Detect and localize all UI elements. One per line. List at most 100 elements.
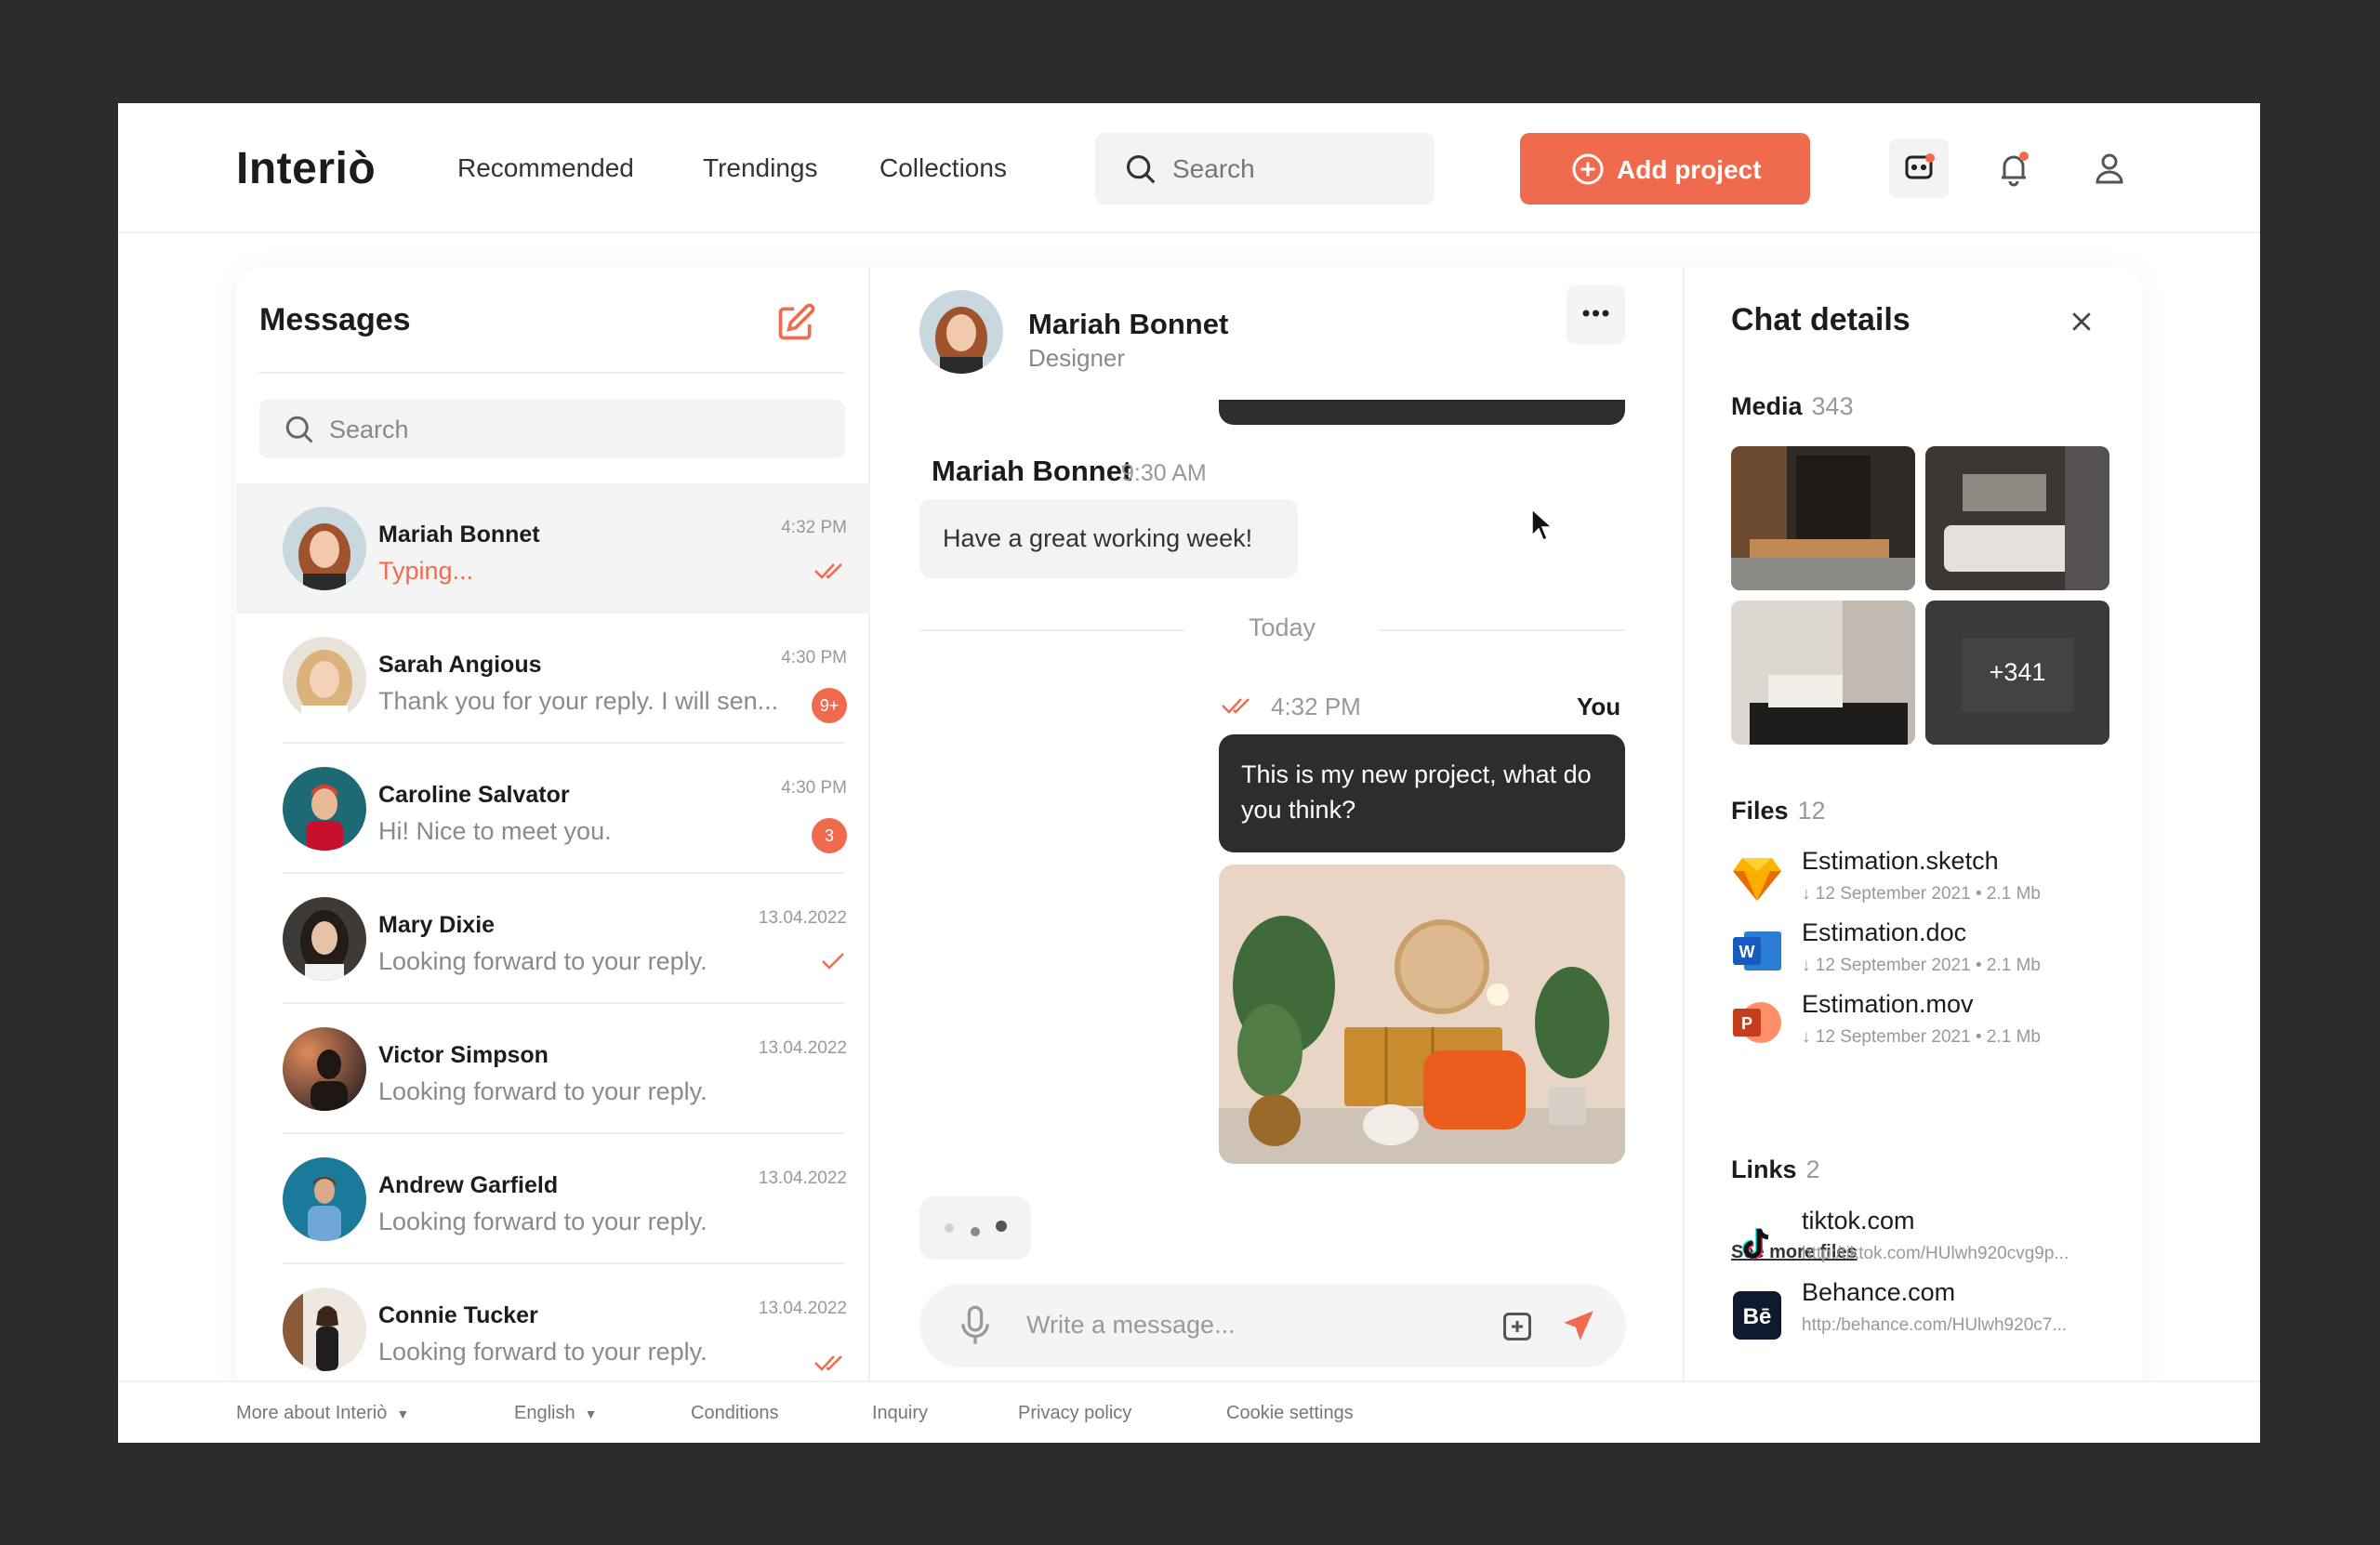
unread-badge: 3 xyxy=(812,818,847,853)
conversation-item[interactable]: Mary Dixie Looking forward to your reply… xyxy=(236,874,870,1004)
chat-details-title: Chat details xyxy=(1731,302,1911,337)
notifications-button[interactable] xyxy=(1984,139,2043,198)
footer-inquiry-link[interactable]: Inquiry xyxy=(872,1403,928,1424)
brand-logo[interactable]: Interiò xyxy=(236,143,376,194)
conversation-time: 13.04.2022 xyxy=(758,908,847,928)
footer: More about Interiò ▼ English ▼ Conditions … xyxy=(118,1380,2260,1443)
conversation-preview: Looking forward to your reply. xyxy=(378,947,707,975)
sketch-icon xyxy=(1733,858,1781,901)
message-input[interactable]: Write a message... xyxy=(1026,1311,1236,1340)
avatar xyxy=(283,637,366,720)
chat-panel: Mariah Bonnet Designer Mariah Bonnet 9:3… xyxy=(870,267,1685,1443)
conversation-preview: Typing... xyxy=(378,557,474,585)
conversation-name: Mary Dixie xyxy=(378,912,496,938)
word-icon: W xyxy=(1733,931,1781,971)
conversation-time: 13.04.2022 xyxy=(758,1299,847,1318)
svg-text:P: P xyxy=(1741,1014,1752,1033)
conversation-item[interactable]: Mariah Bonnet Typing... 4:32 PM xyxy=(236,483,870,614)
media-more-count: +341 xyxy=(1925,601,2109,745)
svg-text:Bē: Bē xyxy=(1743,1304,1772,1329)
unread-badge: 9+ xyxy=(812,688,847,723)
file-item[interactable]: P Estimation.mov ↓ 12 September 2021 • 2… xyxy=(1731,990,2122,1061)
search-icon xyxy=(285,416,313,443)
media-thumbnail[interactable] xyxy=(1925,446,2109,590)
double-check-icon xyxy=(814,1355,842,1371)
media-thumbnail[interactable] xyxy=(1731,446,1915,590)
conversation-preview: Hi! Nice to meet you. xyxy=(378,817,612,845)
microphone-icon[interactable] xyxy=(957,1304,994,1347)
more-horizontal-icon xyxy=(1582,310,1609,317)
chat-button[interactable] xyxy=(1889,139,1949,198)
incoming-message: Have a great working week! xyxy=(919,499,1298,578)
double-check-icon xyxy=(1222,698,1250,714)
message-text: Have a great working week! xyxy=(943,524,1253,552)
avatar xyxy=(283,1288,366,1371)
conversation-time: 4:30 PM xyxy=(781,778,847,798)
conversation-item[interactable]: Sarah Angious Thank you for your reply. … xyxy=(236,614,870,744)
message-time: 4:32 PM xyxy=(1271,693,1361,720)
messages-title: Messages xyxy=(259,302,411,337)
check-icon xyxy=(822,953,844,970)
conversation-item[interactable]: Andrew Garfield Looking forward to your … xyxy=(236,1134,870,1264)
file-name: Estimation.doc xyxy=(1802,918,1967,946)
top-navbar: Interiò Recommended Trendings Collection… xyxy=(118,103,2260,233)
app-window: Interiò Recommended Trendings Collection… xyxy=(118,103,2260,1443)
more-options-button[interactable] xyxy=(1567,285,1625,344)
add-project-label: Add project xyxy=(1617,155,1762,184)
footer-cookie-settings-link[interactable]: Cookie settings xyxy=(1226,1403,1354,1424)
avatar xyxy=(283,767,366,851)
files-count: 12 xyxy=(1797,797,1826,825)
search-placeholder: Search xyxy=(329,416,409,443)
message-sender: Mariah Bonnet xyxy=(932,455,1132,487)
footer-more-about[interactable]: More about Interiò ▼ xyxy=(236,1403,409,1424)
link-url: http:/tiktok.com/HUlwh920cvg9p... xyxy=(1802,1244,2069,1263)
file-item[interactable]: Estimation.sketch ↓ 12 September 2021 • … xyxy=(1731,847,2122,918)
avatar xyxy=(283,1027,366,1111)
media-more-thumbnail[interactable]: +341 xyxy=(1925,601,2109,745)
footer-conditions-link[interactable]: Conditions xyxy=(691,1403,779,1424)
messages-search-input[interactable]: Search xyxy=(259,400,845,458)
avatar[interactable] xyxy=(919,290,1003,374)
nav-collections[interactable]: Collections xyxy=(879,153,1007,183)
message-time: 9:30 AM xyxy=(1121,460,1207,486)
conversation-time: 4:32 PM xyxy=(781,518,847,537)
conversation-preview: Looking forward to your reply. xyxy=(378,1208,707,1235)
footer-language-select[interactable]: English ▼ xyxy=(514,1403,597,1424)
conversation-preview: Looking forward to your reply. xyxy=(378,1077,707,1105)
message-image[interactable] xyxy=(1219,865,1625,1164)
top-search-input[interactable]: Search xyxy=(1095,133,1435,205)
conversation-name: Connie Tucker xyxy=(378,1302,538,1328)
link-item[interactable]: Bē Behance.com http:/behance.com/HUlwh92… xyxy=(1731,1278,2122,1349)
conversation-item[interactable]: Caroline Salvator Hi! Nice to meet you. … xyxy=(236,744,870,874)
tiktok-icon xyxy=(1742,1228,1769,1260)
conversation-item[interactable]: Connie Tucker Looking forward to your re… xyxy=(236,1264,870,1394)
conversation-preview: Thank you for your reply. I will sen... xyxy=(378,687,779,715)
media-count: 343 xyxy=(1811,392,1854,420)
powerpoint-icon: P xyxy=(1733,1002,1781,1043)
file-meta: ↓ 12 September 2021 • 2.1 Mb xyxy=(1802,1027,2041,1047)
attach-plus-icon[interactable] xyxy=(1501,1310,1534,1343)
add-project-button[interactable]: Add project xyxy=(1520,133,1810,205)
file-item[interactable]: W Estimation.doc ↓ 12 September 2021 • 2… xyxy=(1731,918,2122,989)
search-icon xyxy=(1126,154,1156,184)
plus-circle-icon xyxy=(1572,153,1604,185)
message-sender: You xyxy=(1577,693,1621,720)
link-url: http:/behance.com/HUlwh920c7... xyxy=(1802,1315,2068,1335)
divider xyxy=(1379,629,1625,631)
conversation-name: Sarah Angious xyxy=(378,652,542,678)
message-composer[interactable]: Write a message... xyxy=(919,1284,1626,1367)
close-icon[interactable] xyxy=(2068,308,2096,336)
compose-icon[interactable] xyxy=(775,302,816,343)
profile-button[interactable] xyxy=(2080,139,2139,198)
file-name: Estimation.mov xyxy=(1802,990,1974,1018)
footer-privacy-link[interactable]: Privacy policy xyxy=(1018,1403,1131,1424)
nav-trendings[interactable]: Trendings xyxy=(703,153,817,183)
conversation-item[interactable]: Victor Simpson Looking forward to your r… xyxy=(236,1004,870,1134)
nav-recommended[interactable]: Recommended xyxy=(457,153,634,183)
link-item[interactable]: tiktok.com http:/tiktok.com/HUlwh920cvg9… xyxy=(1731,1207,2122,1277)
date-divider-label: Today xyxy=(1248,614,1316,641)
media-thumbnail[interactable] xyxy=(1731,601,1915,745)
file-meta: ↓ 12 September 2021 • 2.1 Mb xyxy=(1802,884,2041,904)
send-icon[interactable] xyxy=(1561,1308,1596,1343)
link-name: tiktok.com xyxy=(1802,1207,1915,1235)
